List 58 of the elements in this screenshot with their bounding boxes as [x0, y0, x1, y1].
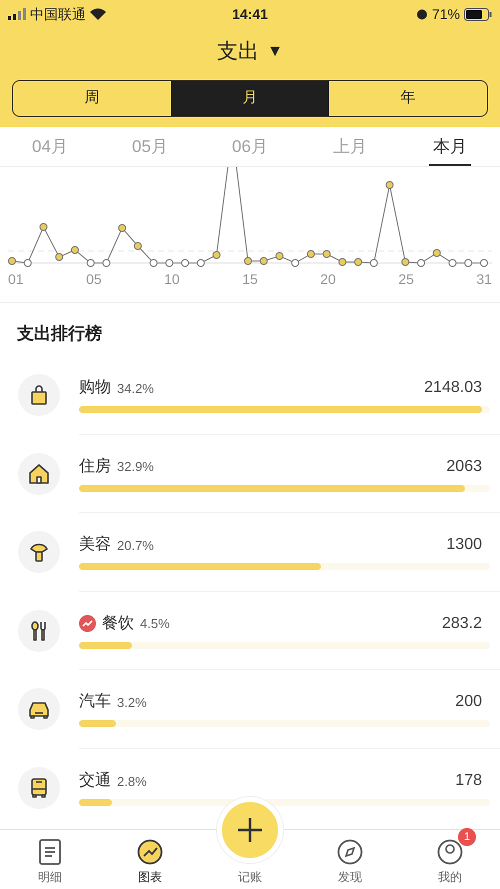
- category-amount: 200: [455, 692, 482, 712]
- axis-label: 31: [476, 270, 492, 288]
- ranking-row[interactable]: 汽车 3.2% 200: [0, 670, 500, 748]
- ranking-row[interactable]: 交通 2.8% 178: [0, 748, 500, 827]
- category-percent: 4.5%: [140, 615, 170, 633]
- ranking-row[interactable]: 住房 32.9% 2063: [0, 434, 500, 513]
- axis-label: 15: [242, 270, 258, 288]
- axis-label: 10: [164, 270, 180, 288]
- period-tab[interactable]: 年: [329, 80, 487, 116]
- month-tab[interactable]: 本月: [400, 134, 500, 166]
- category-percent: 20.7%: [117, 536, 154, 554]
- category-percent: 34.2%: [117, 380, 154, 398]
- house-icon: [29, 464, 49, 484]
- section-title: 支出排行榜: [16, 322, 103, 344]
- signal-icon: [8, 8, 26, 20]
- axis-label: 01: [8, 270, 24, 288]
- axis-label: 20: [320, 270, 336, 288]
- category-percent: 32.9%: [117, 458, 154, 476]
- category-amount: 178: [455, 771, 482, 792]
- category-percent: 2.8%: [117, 772, 147, 790]
- tab-bar-item[interactable]: 明细: [0, 830, 100, 889]
- category-name: 交通: [79, 770, 111, 792]
- category-amount: 2063: [446, 456, 482, 477]
- category-amount: 283.2: [442, 614, 482, 634]
- category-name: 汽车: [79, 692, 111, 712]
- clock-time: 14:41: [232, 4, 268, 24]
- axis-label: 25: [398, 270, 414, 288]
- ranking-row[interactable]: 餐饮 4.5% 283.2: [0, 592, 500, 670]
- cutlery-icon: [31, 620, 46, 641]
- category-amount: 1300: [446, 535, 482, 556]
- period-tab[interactable]: 周: [13, 80, 171, 116]
- category-percent: 3.2%: [117, 694, 147, 712]
- ranking-row[interactable]: 美容 20.7% 1300: [0, 513, 500, 592]
- period-tab[interactable]: 月: [171, 80, 329, 116]
- battery-percent: 71%: [432, 4, 460, 24]
- type-dropdown[interactable]: 支出 ▼: [217, 36, 283, 68]
- chart-icon: [137, 839, 163, 865]
- list-icon: [38, 839, 62, 865]
- user-icon: [437, 839, 463, 865]
- battery-icon: [464, 8, 492, 20]
- ranking-row[interactable]: 购物 34.2% 2148.03: [0, 356, 500, 434]
- plus-icon: [237, 817, 263, 843]
- tab-bar-item[interactable]: 图表: [100, 830, 200, 889]
- wifi-icon: [90, 8, 106, 20]
- category-name: 购物: [79, 378, 111, 398]
- category-name: 美容: [79, 534, 111, 556]
- category-name: 住房: [79, 456, 111, 477]
- tab-bar-item[interactable]: 发现: [300, 830, 400, 889]
- bag-icon: [31, 386, 47, 406]
- car-icon: [29, 702, 49, 720]
- axis-label: 05: [86, 270, 102, 288]
- compass-icon: [337, 839, 363, 865]
- category-name: 餐饮: [102, 614, 134, 634]
- carrier-name: 中国联通: [30, 4, 86, 24]
- category-amount: 2148.03: [424, 378, 482, 398]
- bus-icon: [31, 778, 47, 798]
- brush-icon: [30, 544, 48, 562]
- tab-bar-item[interactable]: 记账: [200, 868, 300, 889]
